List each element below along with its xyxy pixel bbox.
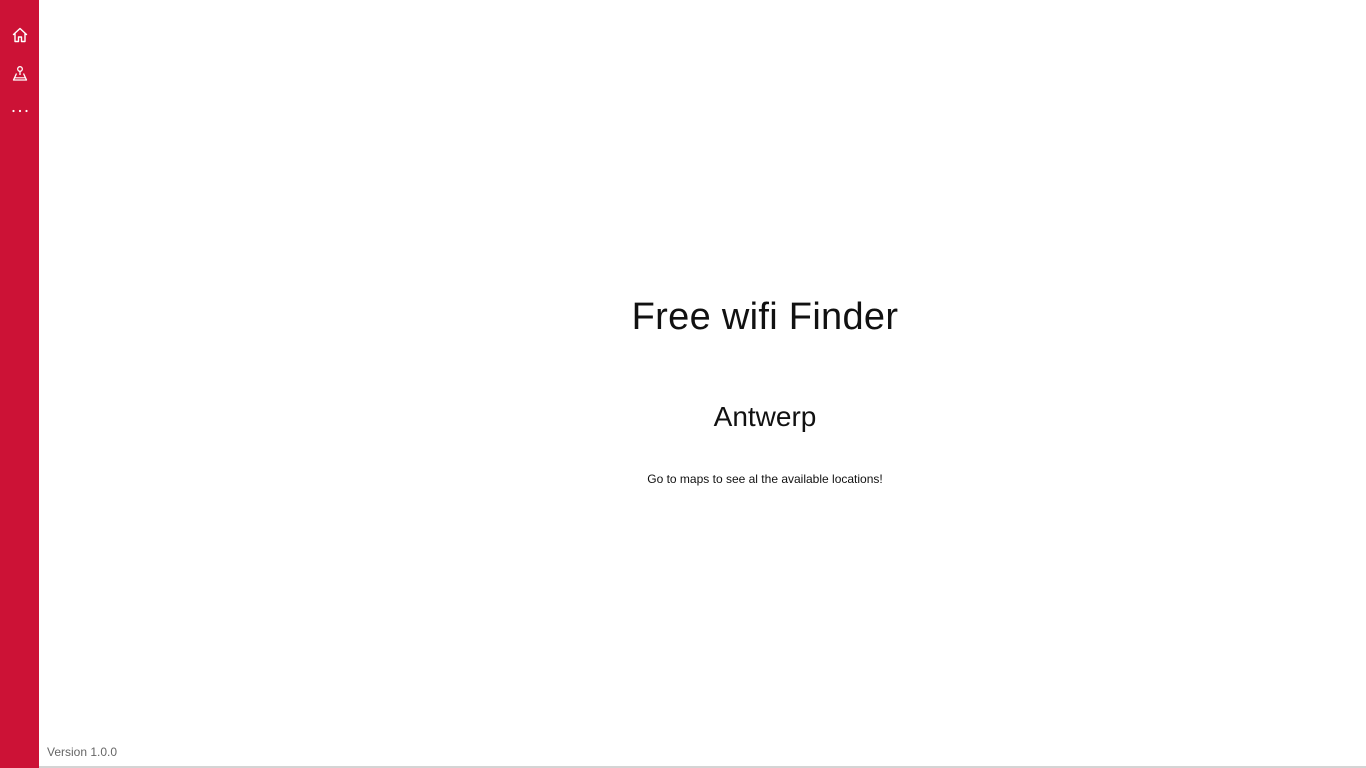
app-title: Free wifi Finder [631, 296, 899, 338]
city-name: Antwerp [713, 401, 817, 432]
home-icon [12, 27, 27, 43]
info-message: Go to maps to see al the available locat… [647, 472, 883, 486]
version-label: Version 1.0.0 [47, 745, 118, 759]
home-button[interactable] [0, 16, 39, 54]
sidebar [0, 0, 39, 768]
app-window: Free wifi Finder Antwerp Go to maps to s… [0, 0, 1366, 768]
main-content: Free wifi Finder Antwerp Go to maps to s… [39, 0, 1366, 768]
more-icon [11, 109, 28, 113]
map-button[interactable] [0, 54, 39, 92]
map-pin-icon [12, 66, 27, 81]
more-button[interactable] [0, 92, 39, 130]
